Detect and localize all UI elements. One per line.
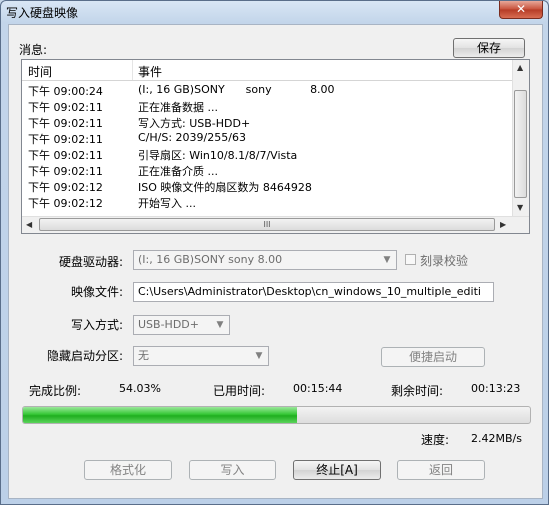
speed-label: 速度: — [421, 433, 450, 447]
hidden-partition-label: 隐藏启动分区: — [47, 349, 124, 363]
scroll-up-icon[interactable]: ▲ — [517, 63, 523, 72]
log-list[interactable]: 时间 事件 下午 09:00:24 (I:, 16 GB)SONY sony 8.… — [21, 59, 530, 234]
vertical-scroll-thumb[interactable] — [514, 90, 527, 198]
progress-bar — [22, 406, 531, 424]
write-disk-image-window: 写入硬盘映像 ✕ 消息: 保存 时间 事件 下午 09:00:24 (I:, 16… — [0, 0, 549, 505]
list-item[interactable]: 下午 09:02:11 C/H/S: 2039/255/63 — [22, 130, 514, 146]
elapsed-value: 00:15:44 — [293, 382, 343, 395]
horizontal-scroll-thumb[interactable]: III — [39, 218, 495, 231]
list-item[interactable]: 下午 09:02:11 写入方式: USB-HDD+ — [22, 114, 514, 130]
messages-label: 消息: — [19, 43, 48, 57]
chevron-down-icon: ▼ — [255, 351, 263, 361]
write-method-value: USB-HDD+ — [138, 318, 199, 331]
log-time: 下午 09:02:11 — [28, 165, 103, 178]
list-item[interactable]: 下午 09:02:12 ISO 映像文件的扇区数为 8464928 — [22, 178, 514, 194]
list-item[interactable]: 下午 09:02:12 开始写入 ... — [22, 194, 514, 210]
image-file-label: 映像文件: — [71, 285, 124, 299]
log-time: 下午 09:02:12 — [28, 197, 103, 210]
progress-bar-fill — [23, 407, 297, 423]
write-method-select: USB-HDD+ ▼ — [133, 315, 230, 335]
elapsed-label: 已用时间: — [213, 384, 266, 398]
scroll-left-icon[interactable]: ◀ — [26, 220, 32, 229]
log-time: 下午 09:02:11 — [28, 133, 103, 146]
log-time: 下午 09:02:11 — [28, 149, 103, 162]
log-event: C/H/S: 2039/255/63 — [138, 131, 246, 144]
verify-checkbox[interactable] — [405, 254, 416, 265]
image-file-field[interactable]: C:\Users\Administrator\Desktop\cn_window… — [133, 282, 494, 302]
horizontal-scrollbar[interactable]: ◀ III ▶ — [22, 216, 529, 233]
verify-label: 刻录校验 — [420, 254, 469, 268]
list-item[interactable]: 下午 09:02:11 正在准备介质 ... — [22, 162, 514, 178]
column-header-time[interactable]: 时间 — [28, 63, 52, 80]
list-item[interactable]: 下午 09:02:11 正在准备数据 ... — [22, 98, 514, 114]
completed-label: 完成比例: — [29, 384, 82, 398]
remaining-value: 00:13:23 — [471, 382, 521, 395]
log-list-header: 时间 事件 — [22, 60, 514, 81]
back-button[interactable]: 返回 — [397, 460, 485, 480]
log-event: ISO 映像文件的扇区数为 8464928 — [138, 181, 312, 194]
log-event: 开始写入 ... — [138, 197, 196, 210]
list-item[interactable]: 下午 09:00:24 (I:, 16 GB)SONY sony 8.00 — [22, 82, 514, 98]
close-button[interactable]: ✕ — [499, 1, 543, 19]
write-button[interactable]: 写入 — [189, 460, 276, 480]
chevron-down-icon: ▼ — [383, 255, 391, 265]
drive-select-value: (I:, 16 GB)SONY sony 8.00 — [138, 253, 283, 266]
save-button[interactable]: 保存 — [453, 38, 525, 58]
log-event: 引导扇区: Win10/8.1/8/7/Vista — [138, 149, 298, 162]
speed-value: 2.42MB/s — [471, 432, 522, 445]
log-time: 下午 09:02:11 — [28, 117, 103, 130]
log-time: 下午 09:02:11 — [28, 101, 103, 114]
completed-value: 54.03% — [119, 382, 161, 395]
log-event: 正在准备介质 ... — [138, 165, 218, 178]
quick-boot-button[interactable]: 便捷启动 — [381, 347, 485, 367]
dialog-body: 消息: 保存 时间 事件 下午 09:00:24 (I:, 16 GB)SONY … — [8, 24, 543, 499]
scroll-right-icon[interactable]: ▶ — [500, 220, 506, 229]
drive-select: (I:, 16 GB)SONY sony 8.00 ▼ — [133, 250, 397, 270]
hidden-partition-value: 无 — [138, 349, 149, 362]
log-event: 写入方式: USB-HDD+ — [138, 117, 251, 130]
log-event: 正在准备数据 ... — [138, 101, 218, 114]
window-title: 写入硬盘映像 — [6, 6, 79, 20]
drive-label: 硬盘驱动器: — [59, 255, 124, 269]
scroll-down-icon[interactable]: ▼ — [517, 203, 523, 212]
abort-button[interactable]: 终止[A] — [293, 460, 381, 480]
list-item[interactable]: 下午 09:02:11 引导扇区: Win10/8.1/8/7/Vista — [22, 146, 514, 162]
chevron-down-icon: ▼ — [216, 320, 224, 330]
write-method-label: 写入方式: — [71, 318, 124, 332]
log-event: (I:, 16 GB)SONY sony 8.00 — [138, 83, 335, 96]
format-button[interactable]: 格式化 — [84, 460, 172, 480]
column-header-event[interactable]: 事件 — [138, 63, 162, 80]
log-time: 下午 09:02:12 — [28, 181, 103, 194]
vertical-scrollbar[interactable]: ▲ ▼ — [512, 60, 529, 216]
hidden-partition-select: 无 ▼ — [133, 346, 269, 366]
title-bar[interactable]: 写入硬盘映像 ✕ — [1, 1, 548, 23]
remaining-label: 剩余时间: — [391, 384, 444, 398]
log-time: 下午 09:00:24 — [28, 85, 103, 98]
column-divider[interactable] — [132, 60, 133, 80]
